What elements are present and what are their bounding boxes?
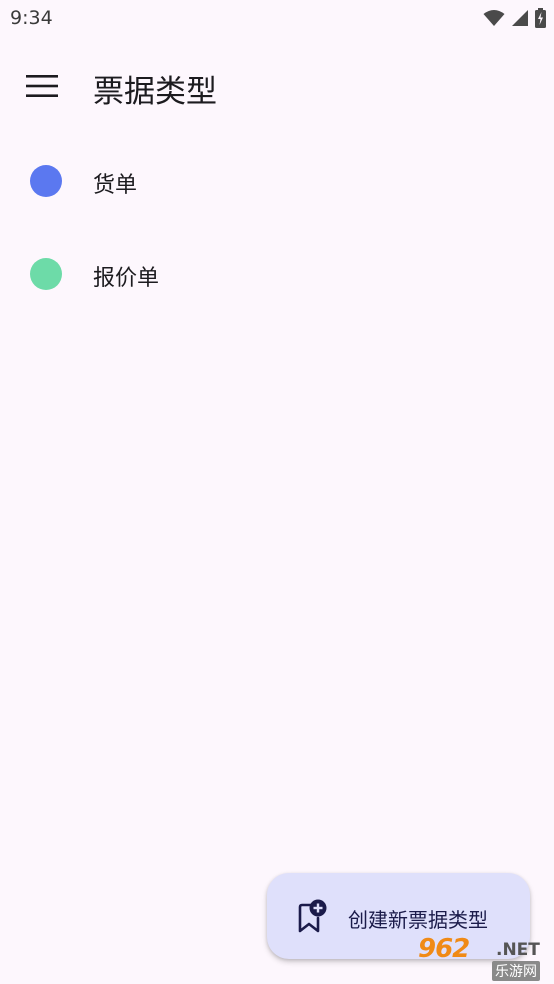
document-type-list: 货单 报价单 <box>0 134 554 320</box>
status-icons <box>483 8 546 28</box>
battery-charging-icon <box>535 8 546 28</box>
menu-button[interactable] <box>20 64 64 108</box>
color-dot <box>30 258 62 290</box>
bookmark-add-icon <box>298 899 327 933</box>
watermark-brand: 962 <box>418 934 470 964</box>
wifi-icon <box>483 10 505 26</box>
list-item-document-type[interactable]: 报价单 <box>0 227 554 320</box>
watermark-subtitle: 乐游网 <box>492 961 540 981</box>
top-app-bar: 票据类型 <box>0 38 554 134</box>
status-time: 9:34 <box>10 7 53 29</box>
page-title: 票据类型 <box>93 74 217 110</box>
menu-icon <box>26 75 58 97</box>
list-item-label: 货单 <box>93 173 138 198</box>
watermark-logo: 962 .NET 乐游网 <box>414 934 550 981</box>
signal-icon <box>512 10 528 26</box>
fab-label: 创建新票据类型 <box>348 908 488 932</box>
list-item-label: 报价单 <box>93 266 160 291</box>
status-bar: 9:34 <box>0 0 554 38</box>
color-dot <box>30 165 62 197</box>
list-item-document-type[interactable]: 货单 <box>0 134 554 227</box>
watermark-suffix: .NET <box>496 940 540 960</box>
